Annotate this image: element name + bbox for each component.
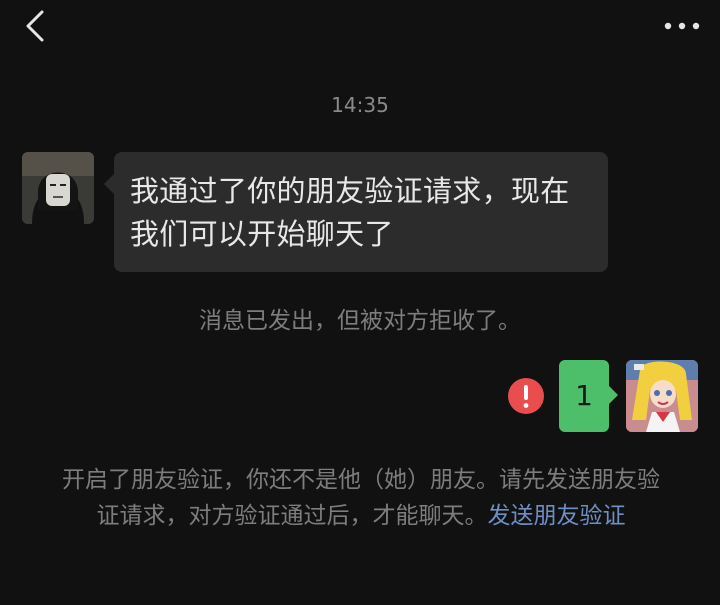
my-avatar[interactable] (626, 360, 698, 432)
more-options-button[interactable] (662, 12, 702, 40)
rejected-notice: 消息已发出，但被对方拒收了。 (199, 308, 521, 334)
message-timestamp: 14:35 (331, 93, 389, 117)
chat-screen: 14:35 我通过了你的朋友验证请求，现在我们可以开始聊天了 消息已发出，但被对… (0, 0, 720, 605)
anime-girl-avatar (626, 360, 698, 432)
send-failed-indicator[interactable] (507, 377, 545, 415)
more-dots-icon (664, 22, 700, 30)
back-button[interactable] (20, 8, 56, 44)
send-verification-link[interactable]: 发送朋友验证 (488, 503, 626, 529)
error-exclamation-icon (508, 378, 544, 414)
masked-person-avatar (22, 152, 94, 224)
contact-avatar[interactable] (22, 152, 94, 224)
top-bar (0, 0, 720, 56)
incoming-message-bubble[interactable]: 我通过了你的朋友验证请求，现在我们可以开始聊天了 (104, 152, 608, 272)
outgoing-message-bubble[interactable]: 1 (559, 360, 618, 432)
friend-verification-notice: 开启了朋友验证，你还不是他（她）朋友。请先发送朋友验证请求，对方验证通过后，才能… (56, 462, 666, 534)
chevron-left-icon (26, 10, 44, 42)
